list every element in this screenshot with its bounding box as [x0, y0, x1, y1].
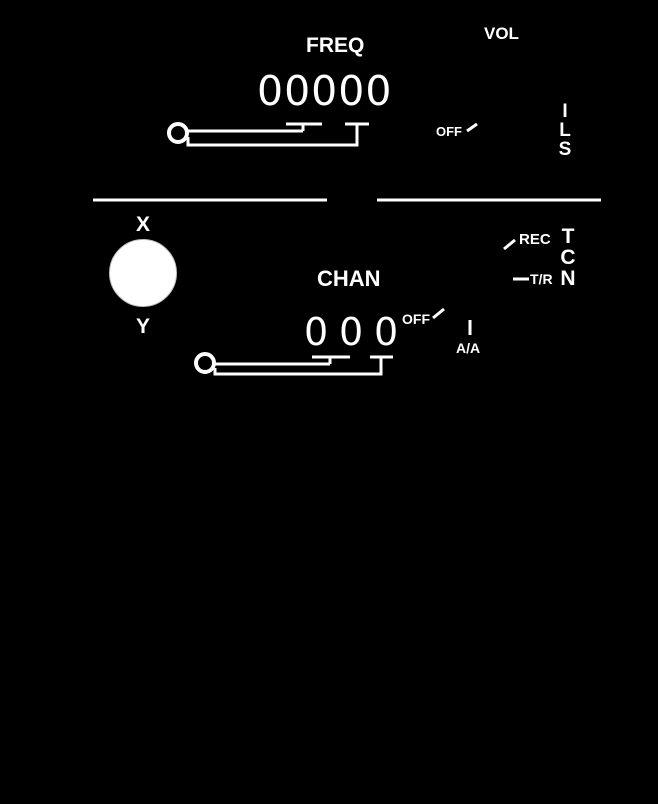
ils-side-letter: L [559, 120, 571, 141]
ils-off-switch [466, 122, 478, 133]
chan-digit-ones: 0 [374, 310, 399, 354]
ils-off-label: OFF [436, 124, 462, 139]
tacan-side-letter: C [560, 246, 576, 269]
aa-label: A/A [456, 340, 481, 356]
ils-side-label: I L S [555, 102, 575, 159]
x-label: X [136, 213, 151, 236]
tr-label: T/R [530, 271, 553, 287]
tacan-side-letter: N [560, 267, 576, 290]
xy-mode-knob[interactable] [109, 239, 177, 307]
freq-readout: 00000 [257, 67, 393, 115]
freq-label: FREQ [306, 34, 365, 57]
chan-selector-arm [213, 355, 393, 376]
tacan-side-label: T C N [557, 226, 579, 289]
off-switch-mark [432, 307, 445, 320]
chan-label: CHAN [317, 266, 381, 291]
ils-side-letter: I [562, 101, 568, 122]
rec-switch-mark [503, 238, 516, 251]
y-label: Y [136, 315, 151, 338]
freq-selector-knob[interactable] [167, 122, 189, 144]
freq-selector-arm [186, 122, 369, 147]
tacan-side-letter: T [561, 225, 575, 248]
ils-side-letter: S [558, 139, 572, 160]
rec-label: REC [519, 231, 551, 248]
chan-digit-tens: 0 [339, 310, 364, 354]
tacan-off-label: OFF [402, 311, 430, 327]
vol-label: VOL [484, 24, 519, 43]
chan-digit-hundreds: 0 [304, 310, 329, 354]
chan-selector-knob[interactable] [194, 352, 216, 374]
